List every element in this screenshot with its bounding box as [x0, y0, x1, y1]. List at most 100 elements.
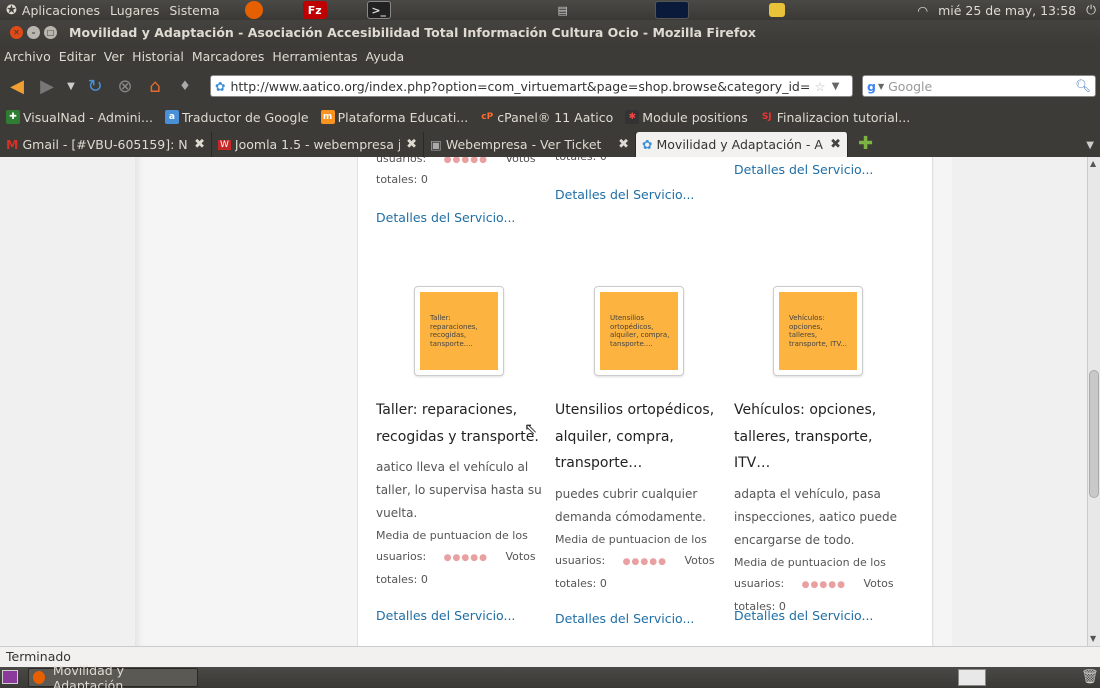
gnome-bottom-panel: Movilidad y Adaptación... 🗑︎	[0, 663, 1100, 688]
close-tab-icon[interactable]: ✖	[618, 137, 629, 152]
scroll-up-arrow-icon[interactable]: ▲	[1090, 159, 1096, 168]
tab-list-dropdown-icon[interactable]: ▼	[1086, 140, 1094, 151]
url-dropdown-icon[interactable]: ▼	[832, 81, 840, 92]
menu-historial[interactable]: Historial	[128, 49, 188, 64]
clock[interactable]: mié 25 de may, 13:58	[938, 3, 1076, 18]
bookmark-module-positions[interactable]: ✱ Module positions	[625, 110, 748, 125]
notes-applet-icon[interactable]	[768, 3, 785, 17]
magnifier-icon[interactable]: 🔍︎	[1075, 78, 1091, 94]
search-bar[interactable]: g ▼ Google 🔍︎	[862, 75, 1096, 97]
window-title: Movilidad y Adaptación - Asociación Acce…	[69, 24, 756, 40]
menu-marcadores[interactable]: Marcadores	[188, 49, 269, 64]
page-background-left	[135, 157, 357, 646]
stop-icon[interactable]: ⊗	[112, 73, 138, 99]
partial-votes-col1: totales: 0	[376, 173, 428, 186]
tab-gmail[interactable]: M Gmail - [#VBU-605159]: N... ✖	[0, 132, 212, 157]
back-arrow-icon[interactable]: ◀	[4, 73, 30, 99]
close-tab-icon[interactable]: ✖	[194, 137, 205, 152]
bookmark-cpanel[interactable]: cP cPanel® 11 Aatico	[480, 110, 613, 125]
product-thumbnail[interactable]: Taller: reparaciones, recogidas, tanspor…	[414, 286, 504, 376]
product-description: aatico lleva el vehículo al taller, lo s…	[376, 460, 542, 520]
home-icon[interactable]: ⌂	[142, 73, 168, 99]
tab-movilidad[interactable]: ✿ Movilidad y Adaptación - A... ✖	[636, 132, 848, 157]
votes-label: Votos	[684, 553, 715, 567]
forward-arrow-icon[interactable]: ▶	[34, 73, 60, 99]
tab-joomla[interactable]: W Joomla 1.5 - webempresa j... ✖	[212, 132, 424, 157]
window-titlebar[interactable]: ✕ – □ Movilidad y Adaptación - Asociació…	[0, 20, 1100, 44]
history-dropdown-icon[interactable]: ▼	[64, 73, 78, 99]
bookmark-tutorial[interactable]: SJ Finalizacion tutorial...	[760, 110, 910, 125]
page-content: usuarios: ●●●●● Votos totales: 0 totales…	[0, 157, 1100, 646]
product-description: adapta el vehículo, pasa inspecciones, a…	[734, 486, 898, 547]
bookmark-translate[interactable]: a Traductor de Google	[164, 110, 309, 125]
details-link-top-col1[interactable]: Detalles del Servicio...	[376, 210, 515, 225]
product-title[interactable]: Vehículos: opciones, talleres, transport…	[734, 397, 902, 477]
aatico-icon: ✿	[642, 137, 653, 152]
trash-icon[interactable]: 🗑︎	[1081, 669, 1099, 685]
menu-ver[interactable]: Ver	[100, 49, 128, 64]
show-desktop-icon[interactable]	[2, 670, 18, 684]
filezilla-launcher-icon[interactable]: Fz	[302, 1, 327, 19]
webempresa-icon: W	[218, 139, 231, 150]
translate-icon: a	[164, 110, 179, 124]
search-engine-dropdown-icon[interactable]: ▼	[878, 82, 884, 91]
menu-places[interactable]: Lugares	[105, 3, 164, 18]
new-tab-icon[interactable]: ✚	[858, 133, 873, 154]
menu-ayuda[interactable]: Ayuda	[362, 49, 409, 64]
url-bar[interactable]: ✿ http://www.aatico.org/index.php?option…	[210, 75, 853, 97]
menu-system[interactable]: Sistema	[164, 3, 224, 18]
menu-herramientas[interactable]: Herramientas	[268, 49, 361, 64]
terminal-launcher-icon[interactable]: >_	[366, 1, 391, 19]
votes-label: Votos	[505, 550, 536, 563]
gnome-top-panel: ✪ Aplicaciones Lugares Sistema Fz >_ ▤ ◠…	[0, 0, 1100, 20]
cpanel-icon: cP	[481, 112, 494, 122]
moodle-icon: m	[320, 110, 335, 124]
menu-editar[interactable]: Editar	[55, 49, 100, 64]
site-favicon-icon: ✿	[215, 78, 226, 94]
details-link[interactable]: Detalles del Servicio...	[376, 608, 515, 623]
tab-webempresa[interactable]: ▣ Webempresa - Ver Ticket ✖	[424, 132, 636, 157]
maximize-window-icon[interactable]: □	[44, 25, 57, 39]
ubuntu-logo-icon[interactable]: ✪	[6, 3, 17, 18]
rating-stars: ●●●●●	[443, 553, 488, 563]
vertical-scrollbar[interactable]: ▲ ▼	[1087, 157, 1100, 646]
bookmark-star-icon[interactable]: ☆	[814, 79, 825, 94]
rating-stars: ●●●●●	[801, 579, 846, 590]
google-search-engine-icon[interactable]: g	[867, 79, 876, 94]
printer-applet-icon[interactable]: ▤	[551, 1, 575, 19]
product-thumbnail[interactable]: Vehículos: opciones, talleres, transport…	[773, 286, 863, 376]
taskbar-firefox-window[interactable]: Movilidad y Adaptación...	[28, 663, 198, 688]
details-link[interactable]: Detalles del Servicio...	[555, 611, 694, 626]
scroll-thumb[interactable]	[1089, 370, 1099, 498]
details-link-top-col3[interactable]: Detalles del Servicio...	[734, 162, 873, 177]
url-text[interactable]: http://www.aatico.org/index.php?option=c…	[230, 79, 810, 94]
menu-applications[interactable]: Aplicaciones	[17, 3, 105, 18]
product-thumbnail[interactable]: Utensilios ortopédicos, alquiler, compra…	[594, 286, 684, 376]
bookmark-visualnad[interactable]: ✚ VisualNad - Admini...	[6, 110, 153, 125]
close-tab-icon[interactable]: ✖	[406, 137, 417, 152]
wifi-icon[interactable]: ◠	[917, 3, 928, 18]
bookmark-moodle[interactable]: m Plataforma Educati...	[320, 110, 468, 125]
product-title[interactable]: Taller: reparaciones, recogidas y transp…	[376, 397, 544, 450]
details-link-top-col2[interactable]: Detalles del Servicio...	[555, 187, 694, 202]
reload-icon[interactable]: ↻	[82, 73, 108, 99]
menu-archivo[interactable]: Archivo	[0, 49, 55, 64]
scroll-down-arrow-icon[interactable]: ▼	[1090, 634, 1096, 643]
system-monitor-icon[interactable]	[654, 1, 689, 19]
addon-icon[interactable]: ♦	[172, 73, 198, 99]
workspace-switcher-icon[interactable]	[958, 669, 986, 686]
details-link[interactable]: Detalles del Servicio...	[734, 608, 873, 623]
product-card: Utensilios ortopédicos, alquiler, compra…	[555, 397, 723, 594]
firefox-launcher-icon[interactable]	[244, 1, 263, 19]
minimize-window-icon[interactable]: –	[27, 25, 40, 39]
sj-icon: SJ	[761, 112, 772, 122]
page-background-right	[934, 157, 952, 646]
product-title[interactable]: Utensilios ortopédicos, alquiler, compra…	[555, 397, 723, 477]
search-input[interactable]: Google	[888, 79, 1075, 94]
product-description: puedes cubrir cualquier demanda cómodame…	[555, 486, 706, 524]
product-thumb-image: Vehículos: opciones, talleres, transport…	[779, 292, 857, 370]
power-icon[interactable]: ⏻	[1086, 2, 1096, 18]
close-window-icon[interactable]: ✕	[10, 25, 23, 39]
close-tab-icon[interactable]: ✖	[830, 137, 841, 152]
rating-stars: ●●●●●	[622, 556, 667, 567]
